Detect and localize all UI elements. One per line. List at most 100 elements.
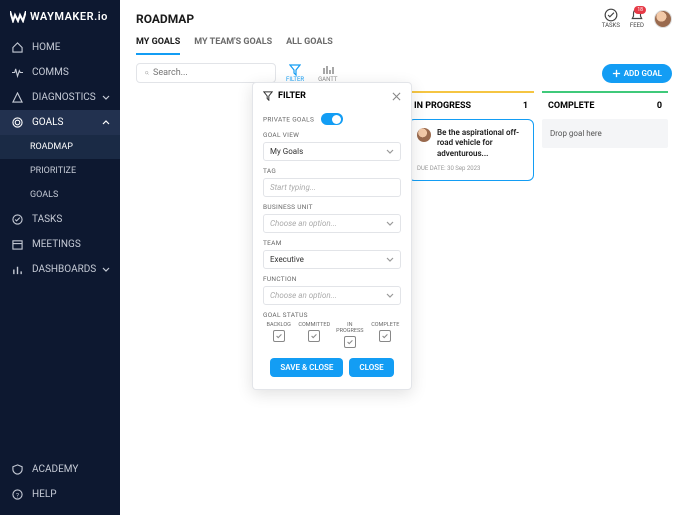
subnav-label: GOALS (30, 190, 58, 200)
status-row: BACKLOG COMMITTED IN PROGRESS COMPLETE (263, 322, 401, 348)
card-title: Be the aspirational off-road vehicle for… (437, 128, 525, 159)
nav-label: COMMS (32, 67, 69, 78)
nav-diagnostics[interactable]: DIAGNOSTICS (0, 85, 120, 110)
team-select[interactable]: Executive (263, 250, 401, 269)
nav-label: TASKS (32, 214, 62, 225)
plus-icon (612, 69, 621, 78)
search-input[interactable] (153, 68, 267, 78)
filter-popover: FILTER PRIVATE GOALS GOAL VIEW My Goals … (252, 82, 412, 390)
chevron-up-icon (102, 119, 110, 127)
bottom-nav: ACADEMY ? HELP (0, 457, 120, 515)
target-icon (10, 117, 24, 128)
tag-input[interactable]: Start typing... (263, 178, 401, 197)
nav-help[interactable]: ? HELP (0, 482, 120, 507)
checkbox-committed[interactable] (308, 330, 320, 342)
help-icon: ? (10, 489, 24, 500)
nav-home[interactable]: HOME (0, 35, 120, 60)
status-label-inprogress: IN PROGRESS (334, 322, 365, 334)
nav-label: GOALS (32, 117, 63, 128)
subnav-label: PRIORITIZE (30, 166, 76, 176)
team-label: TEAM (263, 239, 401, 247)
chevron-down-icon (102, 94, 110, 102)
checkbox-backlog[interactable] (273, 330, 285, 342)
check-circle-icon (10, 214, 24, 225)
chevron-down-icon (386, 292, 394, 300)
nav-label: DASHBOARDS (32, 264, 96, 275)
column-title: COMPLETE (548, 101, 594, 111)
user-avatar[interactable] (654, 10, 672, 28)
top-feed[interactable]: 18 FEED (630, 8, 644, 29)
nav-goals[interactable]: GOALS (0, 110, 120, 135)
top-actions: TASKS 18 FEED (602, 8, 672, 29)
nav-label: HOME (32, 42, 60, 53)
nav-label: ACADEMY (32, 464, 78, 475)
status-label-complete: COMPLETE (370, 322, 401, 328)
nav-label: HELP (32, 489, 57, 500)
home-icon (10, 42, 24, 53)
calendar-icon (10, 239, 24, 250)
team-value: Executive (270, 255, 304, 264)
funnel-icon (289, 64, 301, 76)
add-goal-label: ADD GOAL (624, 69, 662, 78)
save-close-button[interactable]: SAVE & CLOSE (270, 358, 343, 377)
checkbox-complete[interactable] (379, 330, 391, 342)
chevron-down-icon (102, 266, 110, 274)
status-label-committed: COMMITTED (298, 322, 330, 328)
checkbox-inprogress[interactable] (344, 336, 356, 348)
column-complete: COMPLETE0 Drop goal here (538, 91, 672, 181)
column-count: 1 (523, 101, 528, 111)
goal-card[interactable]: Be the aspirational off-road vehicle for… (408, 119, 534, 181)
business-unit-select[interactable]: Choose an option... (263, 214, 401, 233)
private-goals-toggle[interactable] (321, 113, 343, 125)
nav-comms[interactable]: COMMS (0, 60, 120, 85)
goal-view-select[interactable]: My Goals (263, 142, 401, 161)
column-header: COMPLETE0 (542, 91, 668, 119)
subnav-goals[interactable]: GOALS (0, 183, 120, 207)
subnav-label: ROADMAP (30, 142, 73, 152)
goal-view-label: GOAL VIEW (263, 131, 401, 139)
drop-zone[interactable]: Drop goal here (542, 119, 668, 148)
card-avatar (417, 128, 431, 142)
top-tasks[interactable]: TASKS (602, 8, 620, 29)
goal-status-label: GOAL STATUS (263, 311, 401, 319)
brand-text: WAYMAKER.io (30, 10, 108, 23)
close-button[interactable]: CLOSE (349, 358, 393, 377)
tab-my-goals[interactable]: MY GOALS (136, 33, 180, 55)
tag-label: TAG (263, 167, 401, 175)
gantt-button[interactable]: GANTT (314, 64, 341, 83)
pulse-icon (10, 67, 24, 78)
tab-all-goals[interactable]: ALL GOALS (286, 33, 333, 55)
top-feed-label: FEED (630, 22, 644, 29)
search-box[interactable] (136, 63, 276, 83)
nav: HOME COMMS DIAGNOSTICS GOALS ROADMAP PRI… (0, 35, 120, 457)
main: ROADMAP TASKS 18 FEED MY GOALS MY TEAM'S… (120, 0, 688, 515)
page-title: ROADMAP (136, 12, 194, 26)
close-icon[interactable] (392, 92, 401, 101)
nav-meetings[interactable]: MEETINGS (0, 232, 120, 257)
function-label: FUNCTION (263, 275, 401, 283)
svg-text:?: ? (15, 491, 18, 499)
nav-label: MEETINGS (32, 239, 81, 250)
nav-tasks[interactable]: TASKS (0, 207, 120, 232)
feed-badge: 18 (634, 6, 646, 14)
tab-team-goals[interactable]: MY TEAM'S GOALS (194, 33, 272, 55)
chevron-down-icon (386, 148, 394, 156)
tabs: MY GOALS MY TEAM'S GOALS ALL GOALS (120, 33, 688, 55)
nav-dashboards[interactable]: DASHBOARDS (0, 257, 120, 282)
status-label-backlog: BACKLOG (263, 322, 294, 328)
subnav-roadmap[interactable]: ROADMAP (0, 135, 120, 159)
search-icon (145, 68, 149, 78)
nav-label: DIAGNOSTICS (32, 92, 96, 103)
private-goals-row: PRIVATE GOALS (263, 113, 401, 125)
subnav-prioritize[interactable]: PRIORITIZE (0, 159, 120, 183)
filter-button[interactable]: FILTER (282, 64, 308, 83)
add-goal-button[interactable]: ADD GOAL (602, 64, 672, 83)
nav-academy[interactable]: ACADEMY (0, 457, 120, 482)
funnel-icon (263, 91, 273, 101)
column-in-progress: IN PROGRESS1 Be the aspirational off-roa… (404, 91, 538, 181)
business-unit-label: BUSINESS UNIT (263, 203, 401, 211)
gantt-icon (322, 64, 334, 76)
top-tasks-label: TASKS (602, 22, 620, 29)
shield-icon (10, 464, 24, 475)
function-select[interactable]: Choose an option... (263, 286, 401, 305)
